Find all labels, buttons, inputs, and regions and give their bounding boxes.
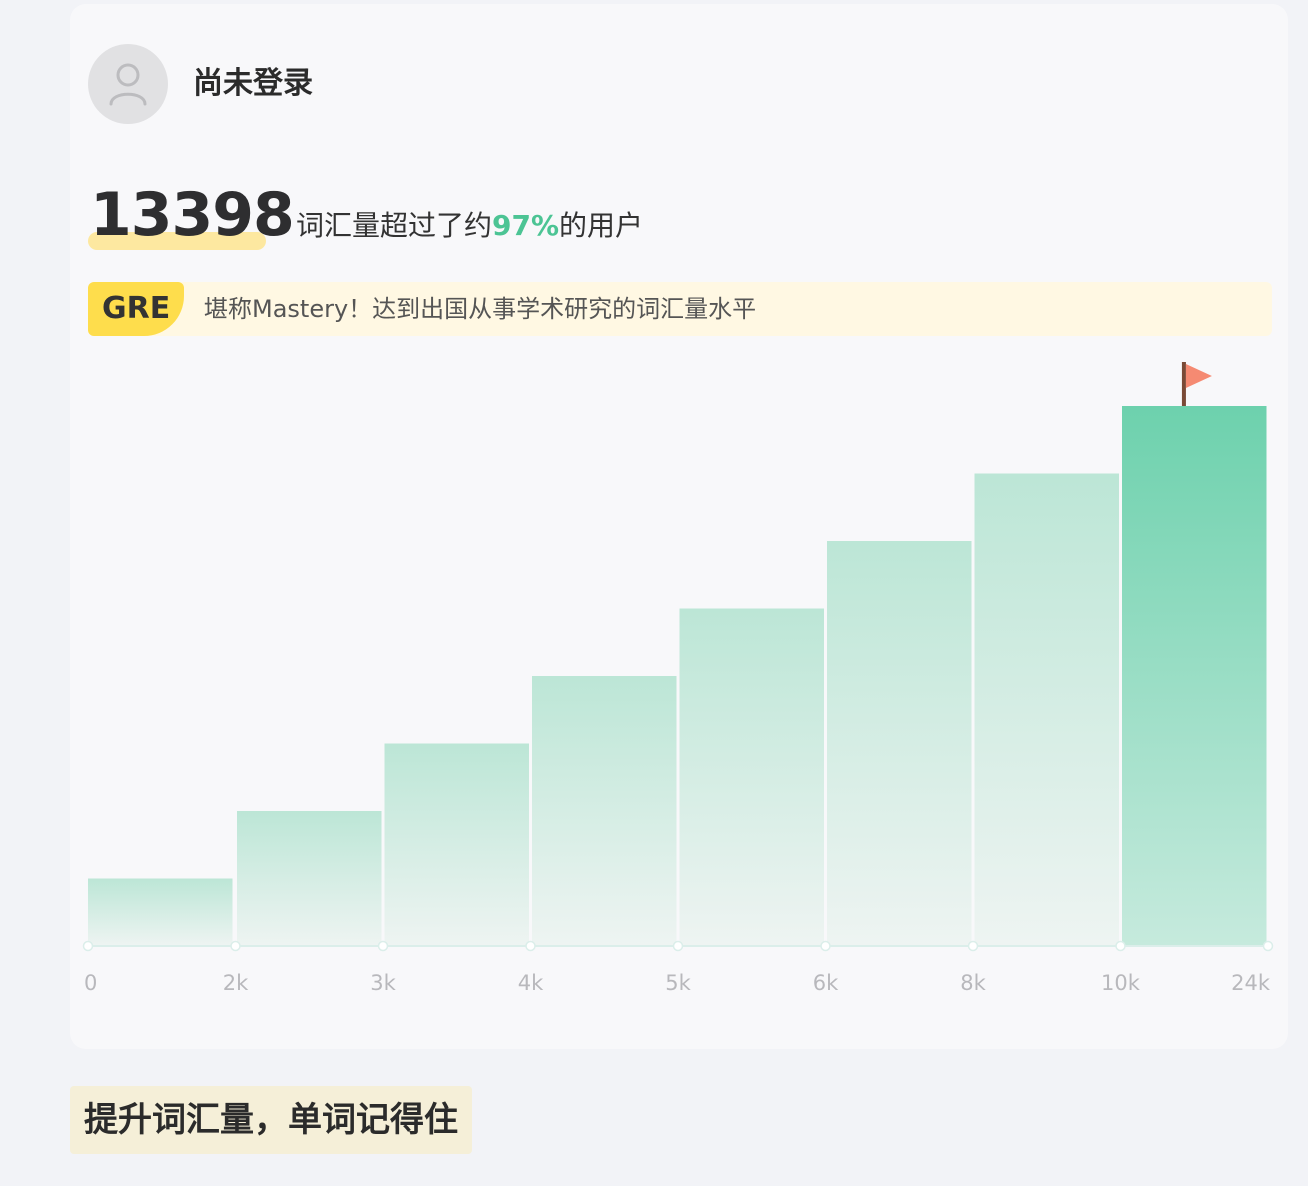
chart-tick-label-24k: 24k [1231,971,1271,995]
chart-tick-label-10k: 10k [1101,971,1141,995]
chart-tick-label-5k: 5k [665,971,691,995]
chart-bar-8k-10k [974,473,1119,946]
chart-bar-10k-24k [1122,406,1267,946]
chart-tick-dot-24k [1262,940,1274,952]
chart-tick-dot-2k [230,940,241,952]
chart-tick-label-2k: 2k [223,971,249,995]
chart-tick-label-6k: 6k [813,971,839,995]
vocab-distribution-chart: 0 2k 3k 4k 5k 6k 8k 10k 24k [82,362,1274,995]
chart-tick-dot-4k [525,940,536,952]
chart-bar-3k-4k [384,743,529,946]
chart-bar-5k-6k [679,608,824,946]
flag-pole [1181,362,1186,406]
chart-tick-dot-8k [967,940,979,952]
chart-bar-6k-8k [827,541,972,946]
chart-bar-2k-3k [237,811,382,946]
chart-tick-dot-10k [1115,940,1126,952]
chart-tick-label-3k: 3k [370,971,396,995]
flag-icon [1185,364,1212,388]
chart-tick-dot-5k [672,940,684,952]
chart-tick-dot-0 [82,940,94,952]
chart-bar-0-2k [88,878,233,946]
chart-bar-4k-5k [532,676,677,946]
chart-tick-label-4k: 4k [518,971,544,995]
chart-tick-label-8k: 8k [960,971,986,995]
chart-tick-dot-6k [820,940,831,952]
chart-tick-label-0: 0 [84,971,97,995]
promo-banner[interactable]: 提升词汇量，单词记得住 [70,1086,472,1154]
chart-tick-dot-3k [377,940,389,952]
